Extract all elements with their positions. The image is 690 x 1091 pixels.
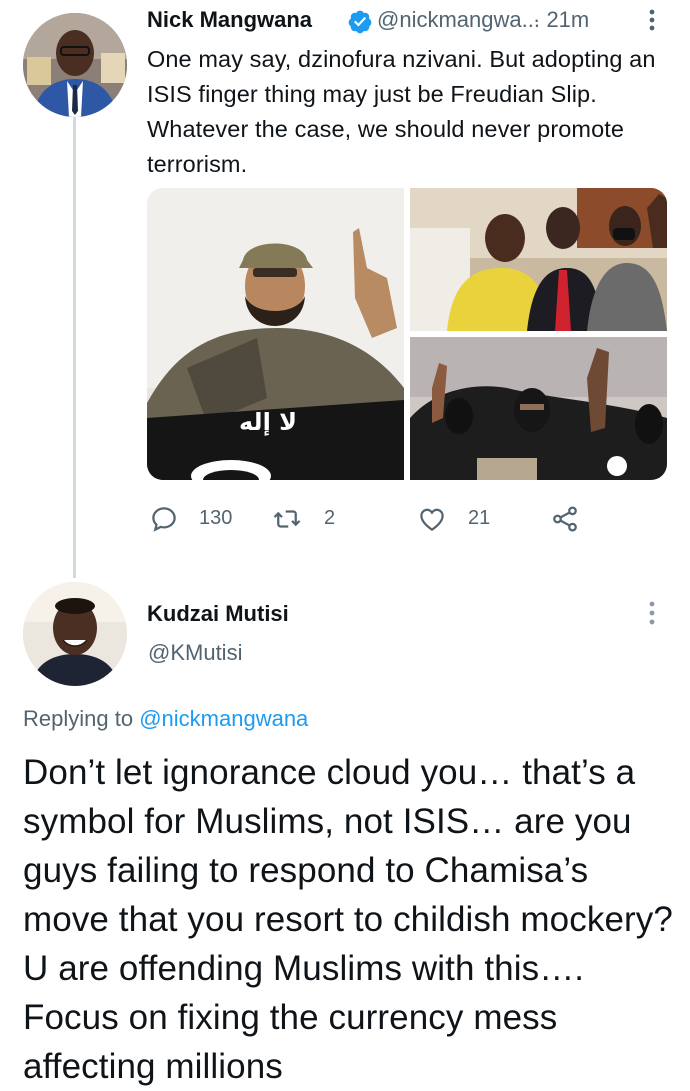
reply-author-avatar[interactable] [23, 582, 127, 686]
tweet-timestamp[interactable]: · 21m [533, 7, 589, 33]
reply-button[interactable]: 130 [147, 504, 247, 536]
svg-text:ﻻ إله: ﻻ إله [239, 408, 297, 436]
like-icon [420, 508, 444, 531]
verified-badge-icon [348, 10, 372, 34]
media-image-2[interactable] [410, 188, 667, 331]
retweet-button[interactable]: 2 [272, 504, 362, 536]
reply-icon [152, 507, 176, 532]
thread-connector-line [73, 116, 76, 578]
author-name[interactable]: Nick Mangwana [147, 7, 312, 33]
media-image-3[interactable] [410, 337, 667, 480]
retweet-icon [273, 510, 301, 528]
reply-author-handle[interactable]: @KMutisi [148, 640, 242, 666]
author-avatar[interactable] [23, 13, 127, 117]
reply-count: 130 [199, 507, 233, 529]
share-icon [553, 506, 577, 532]
tweet-media-grid[interactable]: ﻻ إله [147, 188, 667, 480]
replying-to-link[interactable]: @nickmangwana [139, 706, 308, 731]
like-count: 21 [468, 507, 491, 529]
like-button[interactable]: 21 [417, 504, 507, 536]
reply-text: Don’t let ignorance cloud you… that’s a … [23, 753, 673, 1086]
replying-to-prefix: Replying to [23, 706, 134, 731]
tweet-action-bar: 130 2 21 [147, 504, 607, 536]
media-image-1[interactable]: ﻻ إله [147, 188, 404, 480]
replying-to-line: Replying to @nickmangwana [23, 706, 308, 732]
reply-author-name[interactable]: Kudzai Mutisi [147, 601, 289, 627]
more-options-icon[interactable] [645, 8, 659, 32]
reply-more-options-icon[interactable] [645, 600, 659, 626]
tweet-text: One may say, dzinofura nzivani. But adop… [147, 46, 656, 177]
author-handle[interactable]: @nickmangwa... [377, 7, 540, 33]
retweet-count: 2 [324, 507, 336, 529]
share-button[interactable] [550, 504, 586, 536]
